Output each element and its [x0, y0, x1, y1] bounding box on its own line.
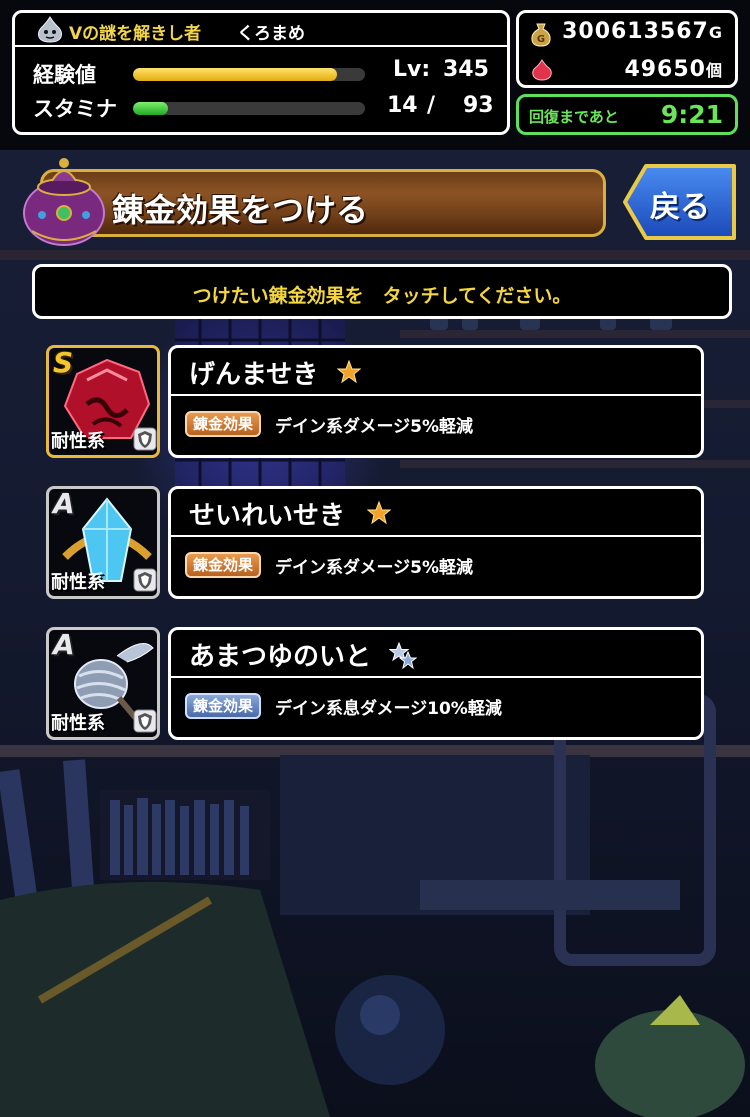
item-card: あまつゆのいと 錬金効果 デイン系息ダメージ10%軽減 [168, 627, 704, 740]
instruction-box: つけたい錬金効果を タッチしてください。 [32, 264, 732, 319]
gem-value: 49650 [624, 57, 706, 82]
card-divider [171, 676, 701, 678]
player-status-panel: Vの謎を解きし者 くろまめ 経験値 Lv: 345 スタミナ 14 / 93 [12, 10, 510, 135]
alchemy-effect-item[interactable]: S 耐性系 げんませき 錬金効果 デイン系ダメージ5%軽減 [46, 345, 706, 460]
stamina-recovery-panel: 回復まであと 9:21 [516, 94, 738, 135]
rank-badge: A [53, 628, 75, 661]
player-title: Vの謎を解きし者 [69, 24, 202, 44]
gold-star-icon [337, 360, 361, 384]
level-label: Lv: [393, 57, 431, 82]
effect-tag: 錬金効果 [185, 411, 262, 437]
alchemy-effect-item[interactable]: A 耐性系 せいれいせき 錬金効果 デイン系ダメージ5%軽減 [46, 486, 706, 601]
effect-description: デイン系ダメージ5%軽減 [275, 417, 474, 437]
metal-slime-icon [38, 16, 62, 43]
gold-value: 300613567 [562, 19, 709, 44]
card-divider [171, 394, 701, 396]
gem-icon [532, 59, 552, 81]
recovery-time: 9:21 [660, 100, 723, 129]
stamina-current: 14 [387, 93, 418, 118]
shield-icon [133, 427, 157, 451]
item-type-label: 耐性系 [51, 572, 105, 593]
currency-panel: G 300613567G 49650個 [516, 10, 738, 88]
recovery-label: 回復まであと [529, 108, 619, 126]
stamina-bar [133, 102, 365, 115]
card-divider [171, 535, 701, 537]
exp-bar-fill [133, 68, 338, 81]
effect-description: デイン系息ダメージ10%軽減 [275, 699, 502, 719]
item-type-label: 耐性系 [51, 431, 105, 452]
gold-amount: 300613567G [562, 19, 723, 44]
level-value: 345 [443, 57, 489, 82]
rank-badge: S [53, 346, 74, 379]
stamina-max: 93 [463, 93, 494, 118]
silver-double-star-icon [389, 642, 417, 670]
shield-icon [133, 568, 157, 592]
exp-bar [133, 68, 365, 81]
exp-label: 経験値 [33, 63, 96, 87]
item-type-label: 耐性系 [51, 713, 105, 734]
alchemy-effect-item[interactable]: A 耐性系 あまつゆのいと 錬金効果 デイン系息ダメージ10%軽減 [46, 627, 706, 742]
back-button[interactable]: 戻る [622, 163, 738, 241]
gem-amount: 49650個 [624, 57, 723, 82]
item-card: せいれいせき 錬金効果 デイン系ダメージ5%軽減 [168, 486, 704, 599]
stamina-separator: / [427, 93, 436, 118]
item-card: げんませき 錬金効果 デイン系ダメージ5%軽減 [168, 345, 704, 458]
player-name: くろまめ [237, 24, 305, 44]
item-name: あまつゆのいと [189, 642, 372, 672]
player-title-row: Vの謎を解きし者 くろまめ [15, 13, 507, 47]
alchemy-pot-icon [23, 158, 105, 246]
shield-icon [133, 709, 157, 733]
item-icon-frame: A 耐性系 [46, 486, 160, 599]
page-title: 錬金効果をつける [112, 191, 369, 229]
stamina-bar-fill [133, 102, 168, 115]
gold-unit: G [708, 23, 723, 42]
stamina-label: スタミナ [33, 97, 117, 121]
gem-unit: 個 [705, 61, 723, 80]
instruction-text: つけたい錬金効果を タッチしてください。 [192, 285, 572, 307]
rank-badge: A [53, 487, 75, 520]
effect-tag: 錬金効果 [185, 552, 262, 578]
item-icon-frame: A 耐性系 [46, 627, 160, 740]
page-header-banner: 錬金効果をつける [18, 158, 608, 246]
item-name: せいれいせき [189, 501, 346, 531]
item-name: げんませき [189, 360, 319, 390]
effect-tag: 錬金効果 [185, 693, 262, 719]
item-icon-frame: S 耐性系 [46, 345, 160, 458]
svg-text:G: G [537, 34, 545, 45]
effect-description: デイン系ダメージ5%軽減 [275, 558, 474, 578]
back-button-label: 戻る [650, 190, 710, 225]
gold-star-icon [367, 501, 391, 525]
gold-bag-icon: G [531, 23, 551, 47]
